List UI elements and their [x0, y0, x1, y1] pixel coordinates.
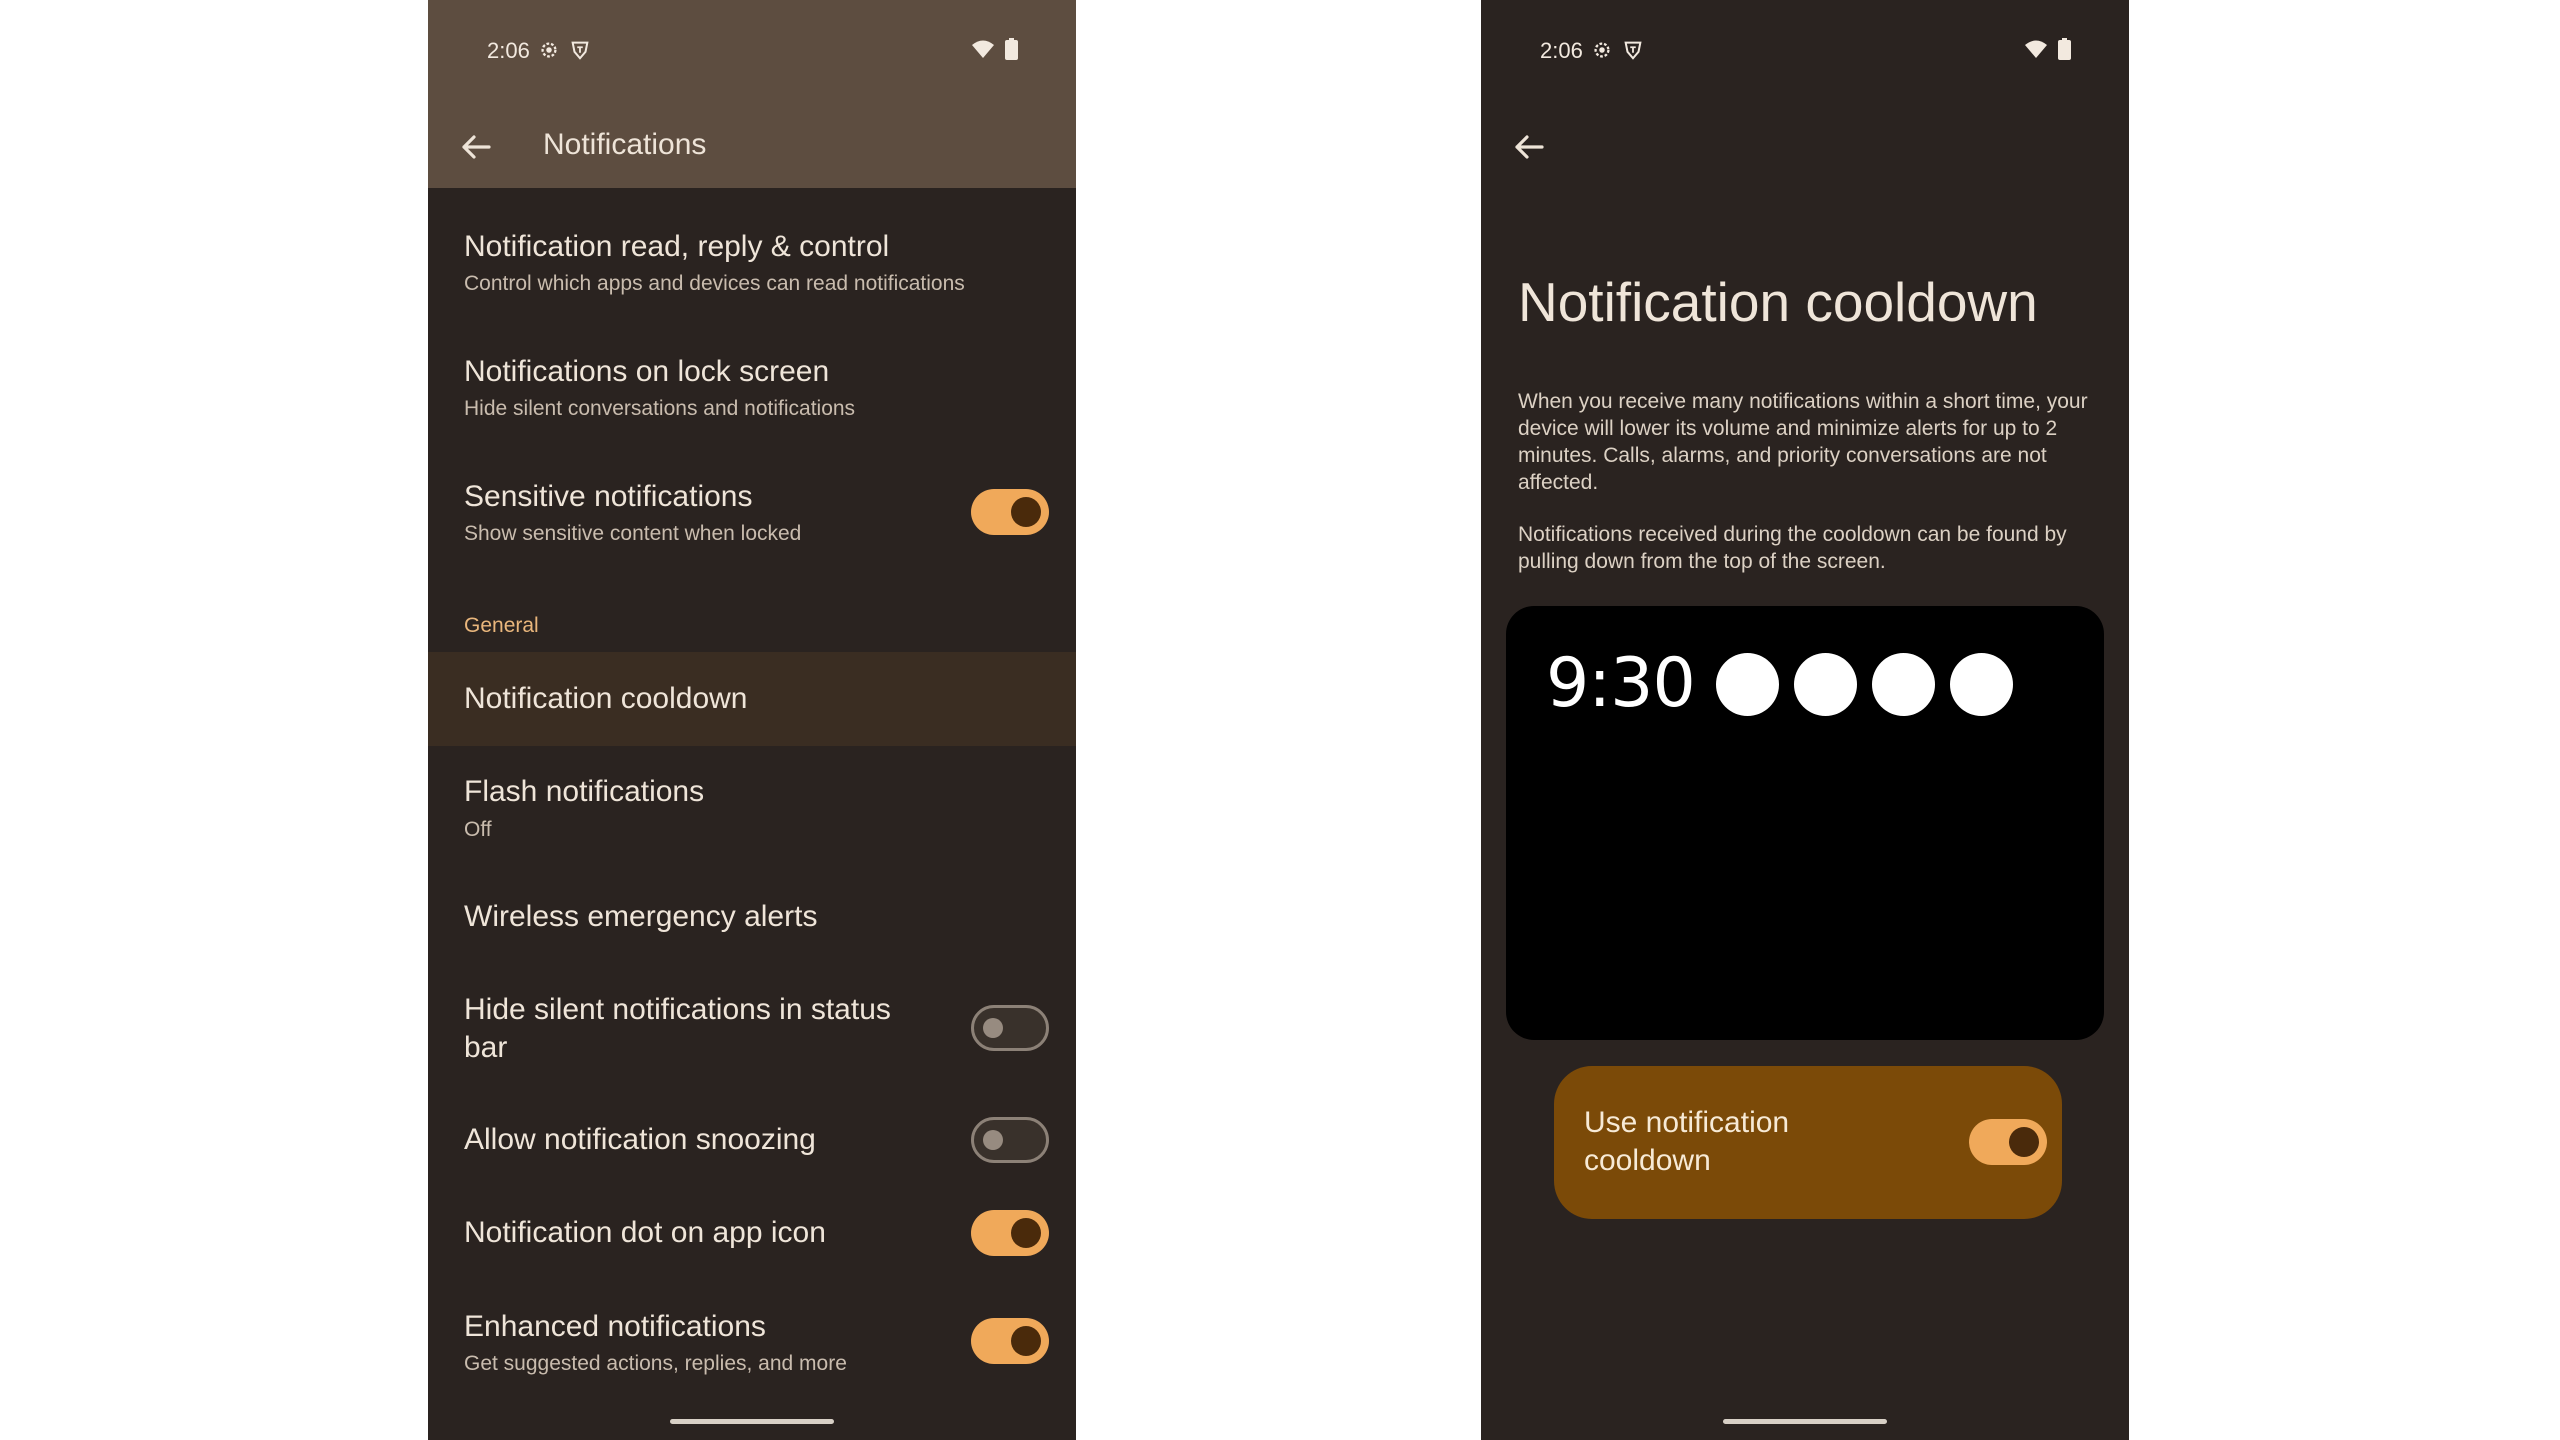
page-title: Notification cooldown — [1518, 271, 2038, 333]
app-bar — [1481, 104, 2129, 188]
cooldown-preview-illustration: 9:30 — [1506, 606, 2104, 1040]
item-title: Flash notifications — [464, 775, 705, 808]
enhanced-notifications-toggle[interactable] — [971, 1318, 1049, 1364]
notification-cooldown-screen: 2:06 Notification cooldown When you rece… — [1481, 0, 2129, 1440]
notification-dot — [1950, 653, 2013, 716]
notification-dot — [1716, 653, 1779, 716]
item-title: Notification cooldown — [464, 682, 748, 715]
notification-dot-item[interactable]: Notification dot on app icon — [428, 1208, 1076, 1268]
sensitive-notifications-toggle[interactable] — [971, 489, 1049, 535]
status-bar: 2:06 — [1481, 0, 2129, 104]
status-time: 2:06 — [1540, 38, 1583, 63]
notifications-on-lock-screen-item[interactable]: Notifications on lock screen Hide silent… — [428, 345, 1076, 445]
item-title: Notifications on lock screen — [464, 355, 830, 388]
wifi-icon — [2025, 40, 2047, 58]
settings-icon — [541, 42, 557, 58]
item-title: Enhanced notifications — [464, 1310, 766, 1343]
item-title: Allow notification snoozing — [464, 1123, 816, 1156]
item-title: Notification read, reply & control — [464, 230, 890, 263]
item-subtitle: Show sensitive content when locked — [464, 522, 802, 545]
item-title: Hide silent notifications in status bar — [464, 993, 891, 1064]
item-title: Wireless emergency alerts — [464, 900, 818, 933]
notification-read-reply-control-item[interactable]: Notification read, reply & control Contr… — [428, 220, 1076, 320]
notification-cooldown-item[interactable]: Notification cooldown — [428, 652, 1076, 746]
item-subtitle: Hide silent conversations and notificati… — [464, 397, 856, 420]
gesture-nav-handle[interactable] — [1723, 1419, 1887, 1424]
main-toggle-label: Use notification cooldown — [1584, 1106, 1790, 1177]
description-text-secondary: Notifications received during the cooldo… — [1518, 523, 2067, 573]
item-subtitle: Control which apps and devices can read … — [464, 272, 965, 295]
enhanced-notifications-item[interactable]: Enhanced notifications Get suggested act… — [428, 1300, 1076, 1400]
item-title: Sensitive notifications — [464, 480, 753, 513]
allow-notification-snoozing-toggle[interactable] — [971, 1117, 1049, 1163]
wifi-icon — [972, 40, 994, 58]
battery-icon — [2058, 38, 2071, 60]
back-arrow-icon[interactable] — [1508, 126, 1550, 168]
flash-notifications-item[interactable]: Flash notifications Off — [428, 770, 1076, 870]
notification-dot — [1872, 653, 1935, 716]
item-subtitle: Off — [464, 818, 492, 841]
section-header-general: General — [464, 614, 539, 637]
notification-dot-toggle[interactable] — [971, 1210, 1049, 1256]
wireless-emergency-alerts-item[interactable]: Wireless emergency alerts — [428, 890, 1076, 950]
status-time: 2:06 — [487, 38, 530, 63]
shield-icon — [571, 41, 589, 60]
preview-clock: 9:30 — [1546, 644, 1696, 723]
battery-icon — [1005, 38, 1018, 60]
item-title: Notification dot on app icon — [464, 1216, 826, 1249]
item-subtitle: Get suggested actions, replies, and more — [464, 1352, 847, 1375]
allow-notification-snoozing-item[interactable]: Allow notification snoozing — [428, 1115, 1076, 1175]
use-notification-cooldown-card[interactable]: Use notification cooldown — [1554, 1066, 2062, 1219]
hide-silent-notifications-toggle[interactable] — [971, 1005, 1049, 1051]
status-bar: 2:06 — [428, 0, 1076, 104]
sensitive-notifications-item[interactable]: Sensitive notifications Show sensitive c… — [428, 470, 1076, 570]
gesture-nav-handle[interactable] — [670, 1419, 834, 1424]
description-text: When you receive many notifications with… — [1518, 390, 2088, 494]
page-title: Notifications — [543, 128, 707, 161]
use-notification-cooldown-toggle[interactable] — [1969, 1119, 2047, 1165]
app-bar: Notifications — [428, 104, 1076, 188]
notification-dot — [1794, 653, 1857, 716]
back-arrow-icon[interactable] — [455, 126, 497, 168]
shield-icon — [1624, 41, 1642, 60]
notifications-settings-screen: 2:06 Notifications Notification read, re… — [428, 0, 1076, 1440]
settings-icon — [1594, 42, 1610, 58]
hide-silent-notifications-item[interactable]: Hide silent notifications in status bar — [428, 985, 1076, 1075]
